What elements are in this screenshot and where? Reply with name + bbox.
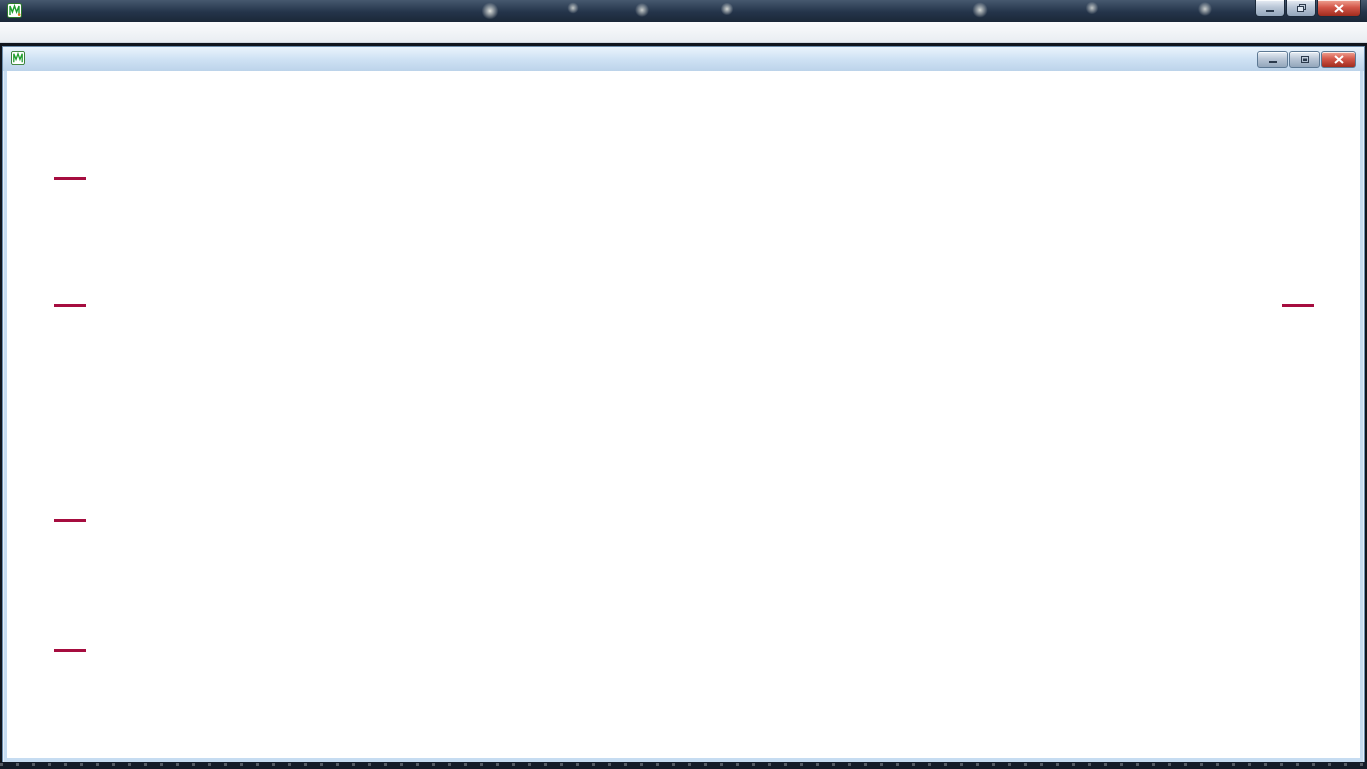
unloaded-gauge-panel-label bbox=[1258, 299, 1338, 307]
chart-window-icon bbox=[11, 51, 25, 70]
chart-client-area bbox=[7, 71, 1360, 758]
curvature-legend-swatch bbox=[54, 177, 86, 180]
child-minimize-button[interactable] bbox=[1257, 51, 1288, 68]
child-restore-button[interactable] bbox=[1289, 51, 1320, 68]
gwp-legend-swatch bbox=[54, 649, 86, 652]
close-button[interactable] bbox=[1317, 0, 1361, 17]
minimize-button[interactable] bbox=[1255, 0, 1285, 17]
chart-window bbox=[2, 46, 1365, 764]
tie-plan-panel-label bbox=[25, 514, 115, 522]
restore-button[interactable] bbox=[1286, 0, 1316, 17]
rangecam-application bbox=[0, 0, 1367, 769]
loaded-gauge-panel-label bbox=[25, 299, 115, 307]
chart-window-titlebar[interactable] bbox=[3, 47, 1364, 71]
gwp-panel-label bbox=[25, 644, 115, 652]
menu-bar bbox=[0, 22, 1367, 43]
loaded-gauge-legend-swatch bbox=[54, 304, 86, 307]
app-icon bbox=[7, 3, 22, 23]
curvature-panel-label bbox=[25, 172, 115, 180]
tie-plan-legend-swatch bbox=[54, 519, 86, 522]
unloaded-gauge-legend-swatch bbox=[1282, 304, 1314, 307]
background-window-strip bbox=[0, 762, 1367, 769]
child-close-button[interactable] bbox=[1321, 51, 1356, 68]
main-titlebar[interactable] bbox=[0, 0, 1367, 23]
